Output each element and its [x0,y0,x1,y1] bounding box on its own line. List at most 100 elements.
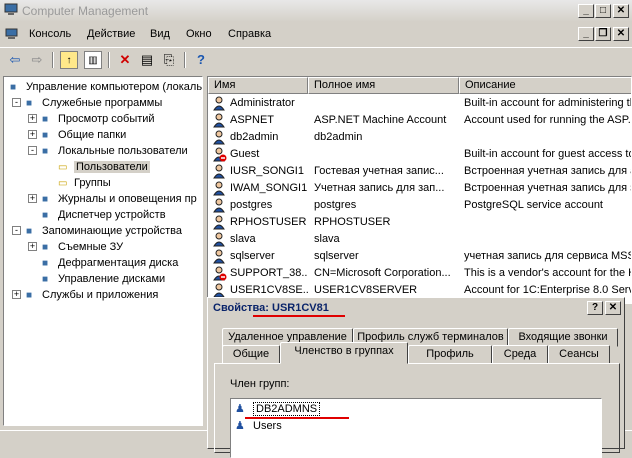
delete-icon[interactable]: ✕ [116,51,134,69]
tree-item[interactable]: ■ Диспетчер устройств [42,207,166,223]
expand-toggle[interactable]: + [28,194,37,203]
table-row[interactable]: postgres postgres PostgreSQL service accou… [208,197,631,214]
toolbar-separator [108,52,110,68]
tree-node-icon: ■ [42,258,49,269]
menu-action[interactable]: Действие [87,28,135,40]
minimize-button[interactable]: _ [578,4,594,18]
table-row[interactable]: IUSR_SONGI1 Гостевая учетная запис... Встр… [208,163,631,180]
export-list-icon[interactable]: ⎘ [160,51,178,69]
expand-toggle[interactable]: + [28,242,37,251]
tree-node-icon: ■ [42,146,49,157]
group-name: DB2ADMNS [253,402,321,416]
tab-member-of[interactable]: Членство в группах [280,342,408,364]
expand-toggle[interactable]: - [28,146,37,155]
user-icon [213,96,225,111]
table-row[interactable]: ASPNET ASP.NET Machine Account Account use… [208,112,631,129]
group-name: Users [253,420,282,432]
tab-general[interactable]: Общие [222,345,280,364]
properties-icon[interactable]: ▤ [138,51,156,69]
tree-item-label: Служебные программы [42,97,163,109]
table-row[interactable]: slava slava [208,231,631,248]
column-full-name[interactable]: Полное имя [308,77,459,94]
menu-help[interactable]: Справка [228,28,271,40]
table-row[interactable]: RPHOSTUSER RPHOSTUSER [208,214,631,231]
column-name[interactable]: Имя [208,77,308,94]
table-row[interactable]: Guest Built-in account for guest access t… [208,146,631,163]
user-icon [213,232,225,247]
tree-item-label: Диспетчер устройств [58,209,166,221]
tree-node-icon: ■ [26,290,33,301]
user-icon [213,181,225,196]
tab-sessions[interactable]: Сеансы [548,345,610,364]
cell-description: Встроенная учетная запись для анониг [464,165,631,177]
user-icon [213,147,227,162]
dialog-title: Свойства: USR1CV81 [213,302,329,314]
child-close-button[interactable]: ✕ [613,27,629,41]
toolbar: ⇦ ⇨ ↑ ▥ ✕ ▤ ⎘ ? [0,47,632,73]
member-of-list[interactable]: ♟ DB2ADMNS ♟ Users [230,398,602,458]
tree-item-label: Запоминающие устройства [42,225,183,237]
tree-item[interactable]: ■ Служебные программы [26,95,162,111]
user-icon [213,249,225,264]
table-row[interactable]: IWAM_SONGI1 Учетная запись для зап... Встр… [208,180,631,197]
tree-item[interactable]: ■ Общие папки [42,127,126,143]
tree-item[interactable]: ■ Журналы и оповещения пр [42,191,197,207]
close-button[interactable]: ✕ [613,4,629,18]
expand-toggle[interactable]: + [28,114,37,123]
tree-item[interactable]: ▭ Группы [58,175,111,191]
expand-toggle[interactable]: + [12,290,21,299]
list-item[interactable]: ♟ DB2ADMNS [235,401,321,417]
up-folder-icon[interactable]: ↑ [60,51,78,69]
menu-console[interactable]: Консоль [29,28,71,40]
table-row[interactable]: sqlserver sqlserver учетная запись для сер… [208,248,631,265]
child-minimize-button[interactable]: _ [578,27,594,41]
tree-item[interactable]: ■ Съемные ЗУ [42,239,123,255]
back-icon[interactable]: ⇦ [6,51,24,69]
tree-item[interactable]: ■ Управление компьютером (локаль [10,79,202,95]
child-restore-button[interactable]: ❐ [595,27,611,41]
tree-item-label: Управление компьютером (локаль [26,81,203,93]
table-row[interactable]: db2admin db2admin [208,129,631,146]
console-tree: ■ Управление компьютером (локаль - ■ Служебн… [3,76,203,426]
expand-toggle[interactable]: - [12,98,21,107]
console-icon [5,28,18,39]
list-item[interactable]: ♟ Users [235,418,282,434]
tree-node-icon: ▭ [58,178,68,189]
tree-node-icon: ■ [42,210,49,221]
tree-item[interactable]: ■ Просмотр событий [42,111,155,127]
cell-description: Встроенная учетная запись для запус [464,182,631,194]
tree-item[interactable]: ▭ Пользователи [58,159,150,175]
table-row[interactable]: SUPPORT_38... CN=Microsoft Corporation...… [208,265,632,282]
toolbar-separator [52,52,54,68]
tree-item[interactable]: ■ Запоминающие устройства [26,223,182,239]
tree-item-label: Просмотр событий [58,113,155,125]
cell-name: sqlserver [230,250,275,262]
tab-environment[interactable]: Среда [492,345,548,364]
tab-profile[interactable]: Профиль [408,345,492,364]
user-icon [213,113,225,128]
column-description[interactable]: Описание [459,77,631,94]
table-row[interactable]: Administrator Built-in account for admini… [208,95,631,112]
user-icon [213,198,225,213]
forward-icon[interactable]: ⇨ [28,51,46,69]
maximize-button[interactable]: □ [595,4,611,18]
title-underline [253,315,345,317]
expand-toggle[interactable]: + [28,130,37,139]
expand-toggle[interactable]: - [12,226,21,235]
tree-item[interactable]: ■ Дефрагментация диска [42,255,178,271]
menu-view[interactable]: Вид [150,28,170,40]
help-icon[interactable]: ? [192,51,210,69]
menu-window[interactable]: Окно [186,28,212,40]
tree-item[interactable]: ■ Службы и приложения [26,287,158,303]
tree-item-label: Журналы и оповещения пр [58,193,197,205]
cell-description: This is a vendor's account for the H [464,267,632,279]
dialog-help-button[interactable]: ? [587,301,603,315]
tree-node-icon: ■ [42,130,49,141]
cell-name: Guest [230,148,260,160]
show-tree-icon[interactable]: ▥ [84,51,102,69]
tree-item[interactable]: ■ Управление дисками [42,271,165,287]
tree-item[interactable]: ■ Локальные пользователи [42,143,188,159]
dialog-close-button[interactable]: ✕ [605,301,621,315]
tree-node-icon: ■ [10,82,17,93]
user-icon [213,215,225,230]
